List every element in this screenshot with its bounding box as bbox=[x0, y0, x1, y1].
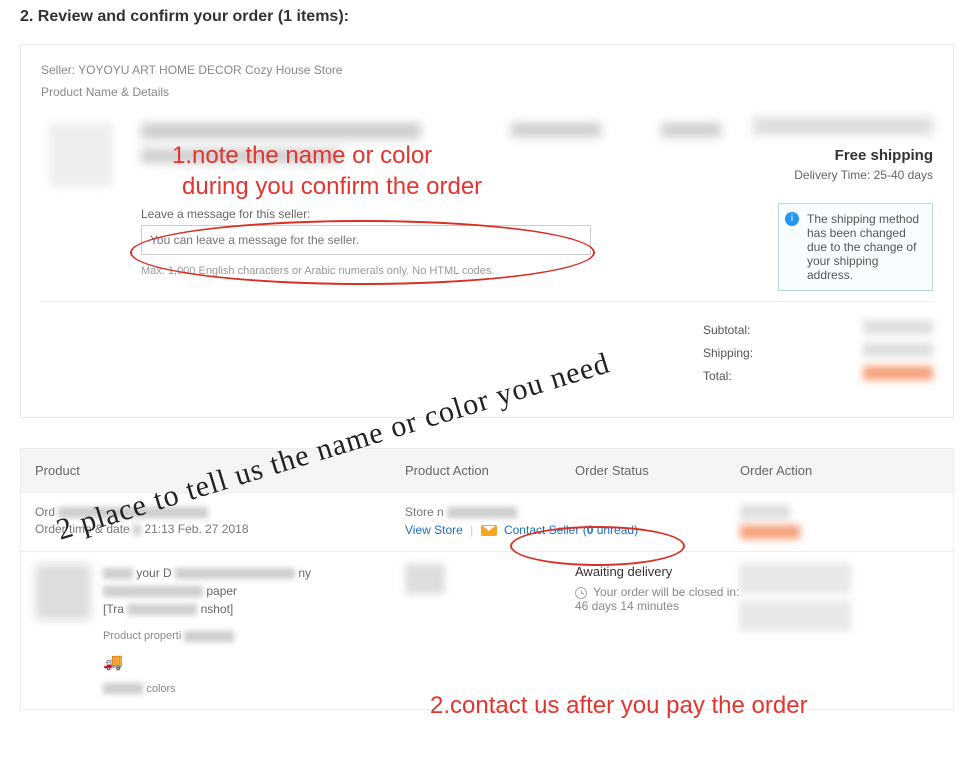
order-time-line: Order time & date 21:13 Feb. 27 2018 bbox=[35, 522, 405, 536]
subtotal-label: Subtotal: bbox=[703, 323, 763, 337]
message-hint: Max. 1,000 English characters or Arabic … bbox=[141, 265, 494, 277]
free-shipping-label: Free shipping bbox=[753, 147, 933, 164]
store-name-line: Store n bbox=[405, 505, 740, 519]
order-action-button-1[interactable] bbox=[740, 564, 850, 592]
header-product-action: Product Action bbox=[405, 463, 575, 478]
subtotal-value-blurred bbox=[863, 320, 933, 334]
desc-line2-suffix: paper bbox=[206, 584, 237, 598]
order-action-button-2[interactable] bbox=[740, 602, 850, 630]
details-label: Product Name & Details bbox=[41, 85, 933, 99]
order-action-amount-blurred bbox=[740, 525, 800, 539]
header-product: Product bbox=[35, 463, 405, 478]
order-prefix: Ord bbox=[35, 505, 55, 519]
shipping-method-blurred bbox=[753, 117, 933, 135]
order-number-blurred bbox=[58, 507, 208, 518]
header-order-status: Order Status bbox=[575, 463, 740, 478]
delivery-time: Delivery Time: 25-40 days bbox=[753, 168, 933, 182]
store-row: Ord Order time & date 21:13 Feb. 27 2018… bbox=[20, 493, 954, 552]
desc-line1-suffix: ny bbox=[298, 566, 311, 580]
seller-message-input[interactable] bbox=[141, 225, 591, 255]
close-value: 46 days 14 minutes bbox=[575, 599, 679, 613]
total-value-blurred bbox=[863, 366, 933, 380]
store-name-prefix: Store n bbox=[405, 505, 444, 519]
order-time-value: 21:13 Feb. 27 2018 bbox=[144, 522, 248, 536]
shipping-cost-label: Shipping: bbox=[703, 346, 763, 360]
order-review-box: Seller: YOYOYU ART HOME DECOR Cozy House… bbox=[20, 44, 954, 418]
product-row: Free shipping Delivery Time: 25-40 days … bbox=[41, 117, 933, 302]
desc-line1-prefix: your D bbox=[136, 566, 171, 580]
close-prefix: Your order will be closed in: bbox=[593, 585, 739, 599]
colors-blur bbox=[103, 683, 143, 694]
desc-line3-suffix: nshot] bbox=[201, 602, 234, 616]
desc-line3-prefix: [Tra bbox=[103, 602, 124, 616]
order-action-top-blurred bbox=[740, 505, 790, 519]
order-time-blur bbox=[133, 525, 141, 535]
product-price-blurred bbox=[511, 123, 601, 137]
store-name-blurred bbox=[447, 507, 517, 518]
section-title: 2. Review and confirm your order (1 item… bbox=[0, 0, 974, 44]
order-table: Product Product Action Order Status Orde… bbox=[20, 448, 954, 710]
view-store-link[interactable]: View Store bbox=[405, 523, 463, 537]
product-action-blurred bbox=[405, 564, 445, 594]
info-icon: i bbox=[785, 212, 799, 226]
total-label: Total: bbox=[703, 369, 763, 383]
colors-label: colors bbox=[146, 683, 175, 695]
desc-blur-3 bbox=[103, 586, 203, 597]
detail-row: your D ny paper [Tra nshot] Product prop… bbox=[20, 552, 954, 710]
divider: | bbox=[470, 523, 473, 537]
seller-label: Seller: YOYOYU ART HOME DECOR Cozy House… bbox=[41, 63, 933, 77]
shipping-value-blurred bbox=[863, 343, 933, 357]
shipping-notice-text: The shipping method has been changed due… bbox=[807, 212, 919, 282]
leave-message-label: Leave a message for this seller: bbox=[141, 207, 310, 221]
contact-seller-text: Contact Seller bbox=[504, 523, 579, 537]
order-close-note: Your order will be closed in: 46 days 14… bbox=[575, 585, 740, 613]
product-qty-blurred bbox=[661, 123, 721, 137]
order-status-text: Awaiting delivery bbox=[575, 564, 740, 579]
product-thumb-small bbox=[35, 564, 91, 620]
order-number-line: Ord bbox=[35, 505, 405, 519]
product-subtitle-blurred bbox=[141, 149, 341, 163]
product-properties-label: Product properti bbox=[103, 630, 181, 642]
desc-blur-1 bbox=[103, 568, 133, 579]
totals-block: Subtotal: Shipping: Total: bbox=[41, 302, 933, 383]
product-thumbnail bbox=[49, 123, 113, 187]
mail-icon bbox=[481, 525, 497, 536]
store-actions: View Store | Contact Seller (0 unread) bbox=[405, 523, 740, 537]
table-header: Product Product Action Order Status Orde… bbox=[20, 448, 954, 493]
product-title-blurred bbox=[141, 123, 421, 139]
header-order-action: Order Action bbox=[740, 463, 939, 478]
desc-blur-4 bbox=[127, 604, 197, 615]
prop-blur bbox=[184, 631, 234, 642]
desc-blur-2 bbox=[175, 568, 295, 579]
truck-icon: 🚚 bbox=[103, 651, 383, 675]
order-time-prefix: Order time & date bbox=[35, 522, 130, 536]
delivery-time-value: 25-40 days bbox=[874, 168, 933, 182]
shipping-block: Free shipping Delivery Time: 25-40 days bbox=[753, 117, 933, 182]
contact-seller-link[interactable]: Contact Seller (0 unread) bbox=[504, 523, 638, 537]
product-description: your D ny paper [Tra nshot] Product prop… bbox=[103, 564, 383, 697]
unread-suffix: unread) bbox=[593, 523, 638, 537]
clock-icon bbox=[575, 587, 587, 599]
delivery-time-label: Delivery Time: bbox=[794, 168, 870, 182]
shipping-change-notice: i The shipping method has been changed d… bbox=[778, 203, 933, 291]
